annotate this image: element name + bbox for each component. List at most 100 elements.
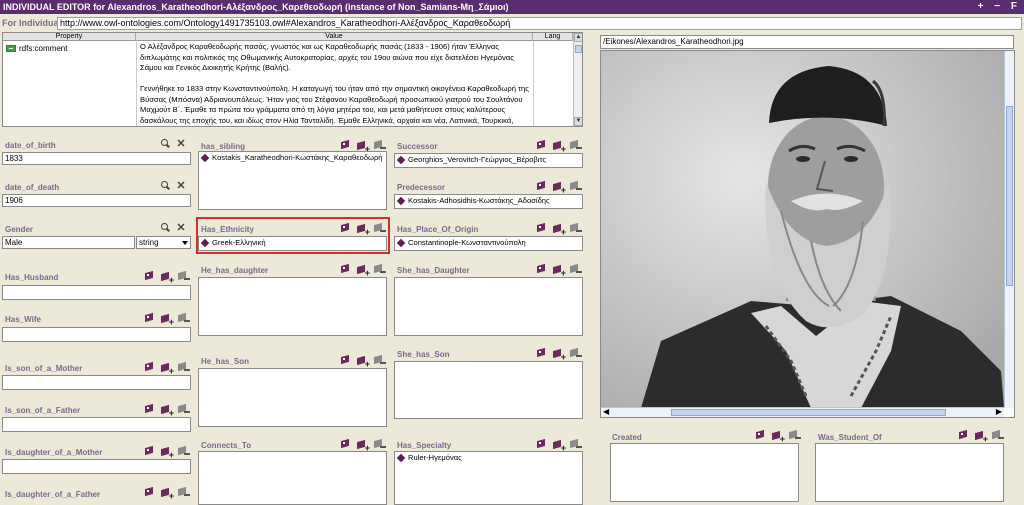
comment-lang-cell[interactable] [533, 41, 573, 126]
column-header-value[interactable]: Value [136, 33, 533, 41]
is-daughter-of-a-mother-list[interactable] [2, 459, 191, 474]
view-instance-icon[interactable] [144, 362, 155, 372]
view-instance-icon[interactable] [340, 140, 351, 150]
gender-field[interactable]: Male [2, 236, 135, 249]
has-sibling-list[interactable]: Kostakis_Karatheodhori-Κωστάκης_Καραθεοδ… [198, 151, 387, 210]
view-instance-icon[interactable] [340, 223, 351, 233]
add-instance-icon[interactable] [357, 439, 370, 453]
remove-instance-icon[interactable] [570, 439, 582, 449]
add-instance-icon[interactable] [357, 223, 370, 237]
view-instance-icon[interactable] [536, 140, 547, 150]
remove-instance-icon[interactable] [570, 140, 582, 150]
list-item[interactable]: Kostakis-Adhosidhis-Κωστάκης_Αδοσίδης [395, 195, 582, 206]
scroll-thumb[interactable] [1006, 106, 1013, 286]
scroll-thumb[interactable] [671, 409, 946, 416]
remove-instance-icon[interactable] [178, 271, 190, 281]
view-instance-icon[interactable] [144, 404, 155, 414]
scroll-right-icon[interactable]: ▶ [996, 407, 1002, 416]
remove-instance-icon[interactable] [789, 430, 801, 440]
list-item[interactable]: Greek-Ελληνική [199, 237, 386, 248]
delete-icon[interactable]: ✕ [176, 223, 186, 234]
remove-instance-icon[interactable] [178, 313, 190, 323]
connects-to-list[interactable] [198, 451, 387, 505]
add-instance-icon[interactable] [553, 439, 566, 453]
uri-field[interactable]: http://www.owl-ontologies.com/Ontology14… [57, 17, 1022, 30]
view-instance-icon[interactable] [144, 313, 155, 323]
remove-instance-icon[interactable] [178, 446, 190, 456]
add-instance-icon[interactable] [553, 140, 566, 154]
remove-instance-icon[interactable] [570, 223, 582, 233]
has-wife-list[interactable] [2, 327, 191, 342]
search-icon[interactable] [160, 181, 170, 191]
comment-value-cell[interactable]: Ο Αλέξανδρος Καραθεοδωρής πασάς, γνωστός… [136, 42, 532, 126]
image-vertical-scrollbar[interactable] [1004, 51, 1014, 408]
view-instance-icon[interactable] [144, 446, 155, 456]
image-horizontal-scrollbar[interactable]: ◀ ▶ [601, 407, 1004, 417]
view-instance-icon[interactable] [340, 355, 351, 365]
list-item[interactable]: Kostakis_Karatheodhori-Κωστάκης_Καραθεοδ… [199, 152, 386, 163]
view-instance-icon[interactable] [536, 348, 547, 358]
list-item[interactable]: Georghios_Verovitch-Γεώργιος_Βέροβιτς [395, 154, 582, 165]
is-son-of-a-father-list[interactable] [2, 417, 191, 432]
image-path-field[interactable]: /Eikones/Alexandros_Karatheodhori.jpg [600, 35, 1014, 49]
add-instance-icon[interactable] [357, 264, 370, 278]
remove-instance-icon[interactable] [178, 487, 190, 497]
view-instance-icon[interactable] [340, 264, 351, 274]
list-item[interactable]: Ruler-Ηγεμόνας [395, 452, 582, 463]
has-husband-list[interactable] [2, 285, 191, 300]
list-item[interactable]: Constantinople-Κωνσταντινούπολη [395, 237, 582, 248]
scroll-left-icon[interactable]: ◀ [603, 407, 609, 416]
gender-type-select[interactable]: string [136, 236, 191, 249]
remove-instance-icon[interactable] [570, 181, 582, 191]
has-ethnicity-list[interactable]: Greek-Ελληνική [198, 236, 387, 251]
delete-icon[interactable]: ✕ [176, 139, 186, 150]
delete-icon[interactable]: ✕ [176, 181, 186, 192]
view-instance-icon[interactable] [536, 439, 547, 449]
add-instance-icon[interactable] [553, 264, 566, 278]
remove-instance-icon[interactable] [374, 223, 386, 233]
date-of-birth-field[interactable]: 1833 [2, 152, 191, 165]
scroll-up-icon[interactable]: ▲ [574, 33, 582, 42]
view-instance-icon[interactable] [536, 181, 547, 191]
search-icon[interactable] [160, 139, 170, 149]
add-instance-icon[interactable] [553, 223, 566, 237]
remove-instance-icon[interactable] [570, 264, 582, 274]
she-has-son-list[interactable] [394, 361, 583, 419]
window-controls[interactable]: + − F [978, 0, 1021, 14]
add-instance-icon[interactable] [161, 446, 174, 460]
remove-instance-icon[interactable] [992, 430, 1004, 440]
add-instance-icon[interactable] [553, 348, 566, 362]
created-list[interactable] [610, 443, 799, 502]
add-instance-icon[interactable] [161, 404, 174, 418]
was-student-of-list[interactable] [815, 443, 1004, 502]
add-instance-icon[interactable] [357, 140, 370, 154]
search-icon[interactable] [160, 223, 170, 233]
column-header-lang[interactable]: Lang [533, 33, 573, 41]
view-instance-icon[interactable] [958, 430, 969, 440]
has-place-of-origin-list[interactable]: Constantinople-Κωνσταντινούπολη [394, 236, 583, 251]
scroll-thumb[interactable] [575, 45, 582, 53]
add-instance-icon[interactable] [161, 362, 174, 376]
predecessor-list[interactable]: Kostakis-Adhosidhis-Κωστάκης_Αδοσίδης [394, 194, 583, 209]
remove-instance-icon[interactable] [178, 362, 190, 372]
successor-list[interactable]: Georghios_Verovitch-Γεώργιος_Βέροβιτς [394, 153, 583, 168]
view-instance-icon[interactable] [340, 439, 351, 449]
view-instance-icon[interactable] [144, 271, 155, 281]
date-of-death-field[interactable]: 1906 [2, 194, 191, 207]
add-instance-icon[interactable] [357, 355, 370, 369]
is-son-of-a-mother-list[interactable] [2, 375, 191, 390]
remove-instance-icon[interactable] [570, 348, 582, 358]
comment-property-cell[interactable]: rdfs:comment [6, 44, 67, 53]
he-has-son-list[interactable] [198, 368, 387, 427]
scroll-down-icon[interactable]: ▼ [574, 117, 582, 126]
column-header-property[interactable]: Property [3, 33, 136, 41]
he-has-daughter-list[interactable] [198, 277, 387, 336]
view-instance-icon[interactable] [144, 487, 155, 497]
she-has-daughter-list[interactable] [394, 277, 583, 336]
remove-instance-icon[interactable] [374, 140, 386, 150]
remove-instance-icon[interactable] [374, 439, 386, 449]
add-instance-icon[interactable] [161, 313, 174, 327]
view-instance-icon[interactable] [755, 430, 766, 440]
view-instance-icon[interactable] [536, 264, 547, 274]
has-specialty-list[interactable]: Ruler-Ηγεμόνας [394, 451, 583, 505]
